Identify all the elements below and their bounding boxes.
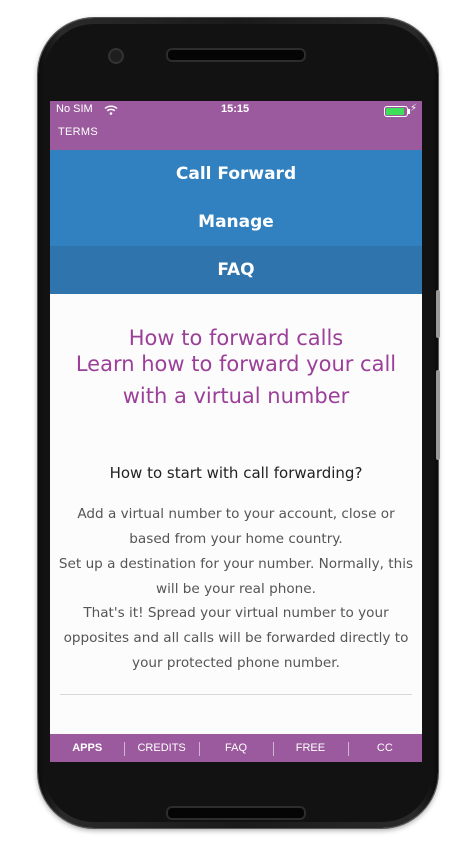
carrier-label: No SIM <box>56 103 93 115</box>
step-2-text: Set up a destination for your number. No… <box>58 556 414 597</box>
tab-free[interactable]: FREE <box>273 734 347 762</box>
page-title: How to forward calls <box>128 326 344 350</box>
phone-screen: No SIM 15:15 ⚡ TERMS Call Forward Manage… <box>50 101 422 762</box>
battery-level <box>386 108 404 115</box>
clock: 15:15 <box>221 103 250 115</box>
tab-apps[interactable]: APPS <box>50 734 124 762</box>
page-subtitle-line1: Learn how to forward your call <box>75 352 397 376</box>
bottom-speaker <box>166 806 306 820</box>
front-camera <box>108 48 124 64</box>
divider <box>60 694 412 695</box>
tab-faq[interactable]: FAQ <box>198 734 273 762</box>
tab-credits[interactable]: CREDITS <box>124 734 198 762</box>
faq-button[interactable]: FAQ <box>50 246 422 294</box>
wifi-icon <box>104 105 118 115</box>
step-1-text: Add a virtual number to your account, cl… <box>77 506 395 547</box>
volume-button <box>436 370 440 460</box>
tab-cc[interactable]: CC <box>347 734 422 762</box>
section-heading: How to start with call forwarding? <box>109 464 363 482</box>
bottom-tab-bar: APPS CREDITS FAQ FREE CC <box>50 734 422 762</box>
status-bar: No SIM 15:15 ⚡ TERMS <box>50 101 422 150</box>
manage-button[interactable]: Manage <box>50 198 422 246</box>
page-subtitle-line2: with a virtual number <box>122 384 350 408</box>
battery-icon <box>384 106 410 117</box>
power-button <box>436 290 440 338</box>
step-3-text: That's it! Spread your virtual number to… <box>63 605 409 671</box>
earpiece-speaker <box>166 48 306 62</box>
charging-icon: ⚡ <box>410 103 418 114</box>
faq-content: How to forward calls Learn how to forwar… <box>50 294 422 734</box>
terms-link[interactable]: TERMS <box>58 126 98 138</box>
call-forward-button[interactable]: Call Forward <box>50 150 422 198</box>
